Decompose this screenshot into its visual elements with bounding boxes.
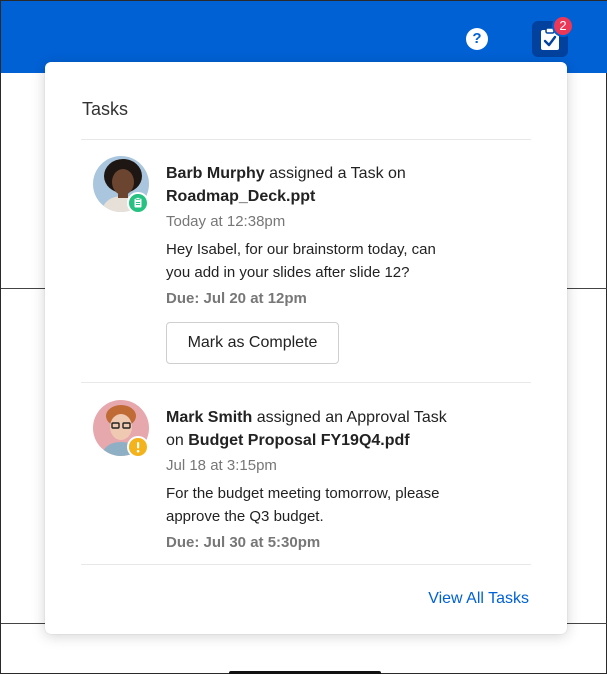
background-divider-left-lower (1, 623, 45, 624)
task-due-date: Due: Jul 30 at 5:30pm (166, 534, 321, 551)
task-author[interactable]: Barb Murphy (166, 165, 265, 182)
task-message-line: For the budget meeting tomorrow, please (166, 485, 440, 502)
view-all-tasks-link[interactable]: View All Tasks (428, 590, 529, 608)
mark-as-complete-button[interactable]: Mark as Complete (166, 322, 339, 364)
background-divider-right-lower (567, 623, 607, 624)
task-title-line1: Barb Murphy assigned a Task on (166, 163, 406, 185)
task-message: For the budget meeting tomorrow, please … (166, 482, 486, 528)
task-title-line2: on Budget Proposal FY19Q4.pdf (166, 430, 410, 452)
task-message-line: Hey Isabel, for our brainstorm today, ca… (166, 241, 436, 258)
tasks-count-badge: 2 (552, 15, 574, 37)
background-divider-left (1, 288, 45, 289)
task-target-prefix: on (166, 432, 189, 449)
task-action: assigned an Approval Task (252, 409, 447, 426)
clipboard-icon (127, 192, 149, 214)
task-file-link[interactable]: Budget Proposal FY19Q4.pdf (188, 432, 409, 449)
divider (81, 139, 531, 140)
task-message-line: you add in your slides after slide 12? (166, 264, 410, 281)
panel-title: Tasks (82, 99, 129, 119)
help-icon[interactable]: ? (466, 28, 488, 50)
task-due-date: Due: Jul 20 at 12pm (166, 290, 307, 307)
divider (81, 564, 531, 565)
task-author[interactable]: Mark Smith (166, 409, 252, 426)
task-message-line: approve the Q3 budget. (166, 508, 324, 525)
tasks-panel: Tasks Barb Murphy assigned a Task on Roa… (45, 62, 567, 634)
task-action: assigned a Task on (264, 165, 406, 182)
alert-icon (127, 436, 149, 458)
background-divider-right (567, 288, 607, 289)
app-window: ? 2 Tasks Barb Murphy assigned a Task on… (0, 0, 607, 674)
task-message: Hey Isabel, for our brainstorm today, ca… (166, 238, 486, 284)
task-title-line1: Mark Smith assigned an Approval Task (166, 407, 447, 429)
task-timestamp: Today at 12:38pm (166, 213, 286, 230)
task-timestamp: Jul 18 at 3:15pm (166, 457, 277, 474)
divider (81, 382, 531, 383)
task-title-line2: Roadmap_Deck.ppt (166, 186, 315, 208)
task-file-link[interactable]: Roadmap_Deck.ppt (166, 188, 315, 205)
